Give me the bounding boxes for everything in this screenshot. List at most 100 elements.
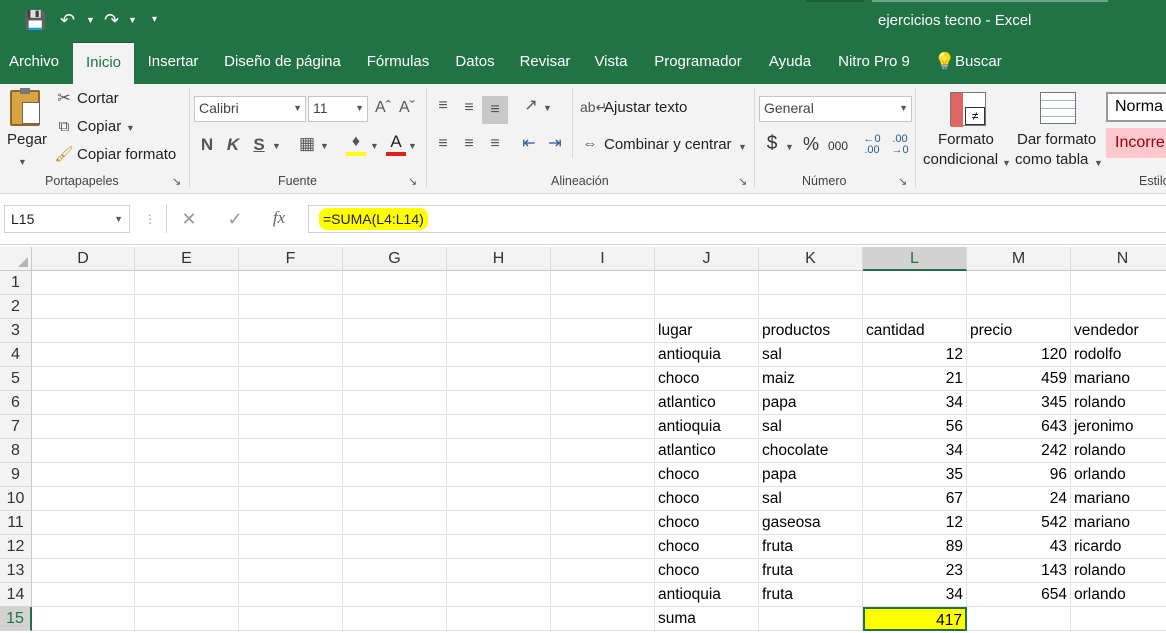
paste-button[interactable]: Pegar <box>7 131 47 148</box>
cell-f9[interactable] <box>239 463 343 487</box>
redo-icon[interactable]: ↷ <box>104 10 119 30</box>
cell-m8[interactable]: 242 <box>967 439 1071 463</box>
column-header-i[interactable]: I <box>551 247 655 271</box>
cell-n9[interactable]: orlando <box>1071 463 1166 487</box>
cell-l13[interactable]: 23 <box>863 559 967 583</box>
cell-h1[interactable] <box>447 271 551 295</box>
cell-m10[interactable]: 24 <box>967 487 1071 511</box>
cell-k9[interactable]: papa <box>759 463 863 487</box>
cell-h11[interactable] <box>447 511 551 535</box>
cell-i1[interactable] <box>551 271 655 295</box>
percent-button[interactable]: % <box>801 134 821 154</box>
font-size-select[interactable]: 11 ▼ <box>308 96 368 122</box>
number-format-select[interactable]: General ▼ <box>759 96 912 122</box>
cell-i15[interactable] <box>551 607 655 631</box>
orientation-dropdown-icon[interactable]: ▼ <box>543 98 552 118</box>
cell-m4[interactable]: 120 <box>967 343 1071 367</box>
cell-g3[interactable] <box>343 319 447 343</box>
cell-j2[interactable] <box>655 295 759 319</box>
row-header-13[interactable]: 13 <box>0 559 32 583</box>
row-header-6[interactable]: 6 <box>0 391 32 415</box>
cell-i4[interactable] <box>551 343 655 367</box>
decrease-indent-icon[interactable]: ⇤ <box>518 134 540 154</box>
increase-indent-icon[interactable]: ⇥ <box>544 134 566 154</box>
row-header-14[interactable]: 14 <box>0 583 32 607</box>
column-header-e[interactable]: E <box>135 247 239 271</box>
column-header-m[interactable]: M <box>967 247 1071 271</box>
paste-dropdown-icon[interactable]: ▼ <box>18 152 27 172</box>
cell-k11[interactable]: gaseosa <box>759 511 863 535</box>
cell-f5[interactable] <box>239 367 343 391</box>
merge-center-icon[interactable]: ⇔ <box>580 134 600 154</box>
table-format-line2[interactable]: como tabla <box>1015 151 1088 168</box>
cell-m11[interactable]: 542 <box>967 511 1071 535</box>
cancel-icon[interactable]: ✕ <box>178 209 200 229</box>
cell-h13[interactable] <box>447 559 551 583</box>
cell-j3[interactable]: lugar <box>655 319 759 343</box>
cell-i7[interactable] <box>551 415 655 439</box>
cell-f3[interactable] <box>239 319 343 343</box>
cell-m6[interactable]: 345 <box>967 391 1071 415</box>
row-header-12[interactable]: 12 <box>0 535 32 559</box>
cell-e7[interactable] <box>135 415 239 439</box>
cell-g12[interactable] <box>343 535 447 559</box>
cell-f11[interactable] <box>239 511 343 535</box>
cell-l8[interactable]: 34 <box>863 439 967 463</box>
cell-d8[interactable] <box>32 439 135 463</box>
cell-m15[interactable] <box>967 607 1071 631</box>
cell-m12[interactable]: 43 <box>967 535 1071 559</box>
cell-e10[interactable] <box>135 487 239 511</box>
table-format-icon[interactable] <box>1040 92 1076 124</box>
cell-l2[interactable] <box>863 295 967 319</box>
cell-e1[interactable] <box>135 271 239 295</box>
row-header-8[interactable]: 8 <box>0 439 32 463</box>
bold-button[interactable]: N <box>198 135 216 155</box>
cell-h12[interactable] <box>447 535 551 559</box>
cell-h4[interactable] <box>447 343 551 367</box>
cell-f14[interactable] <box>239 583 343 607</box>
wrap-text-button[interactable]: Ajustar texto <box>604 99 687 116</box>
cell-m13[interactable]: 143 <box>967 559 1071 583</box>
cell-n7[interactable]: jeronimo <box>1071 415 1166 439</box>
currency-button[interactable]: $ <box>763 134 781 154</box>
cell-d2[interactable] <box>32 295 135 319</box>
thousands-button[interactable]: 000 <box>825 136 851 156</box>
tab-nitro-pro[interactable]: Nitro Pro 9 <box>832 42 916 84</box>
cell-i6[interactable] <box>551 391 655 415</box>
column-header-d[interactable]: D <box>32 247 135 271</box>
borders-icon[interactable]: ▦ <box>298 134 316 154</box>
cell-n4[interactable]: rodolfo <box>1071 343 1166 367</box>
cell-g7[interactable] <box>343 415 447 439</box>
cell-g13[interactable] <box>343 559 447 583</box>
cell-l15[interactable]: 417 <box>863 607 967 631</box>
cell-f10[interactable] <box>239 487 343 511</box>
cell-h14[interactable] <box>447 583 551 607</box>
font-color-dropdown-icon[interactable]: ▼ <box>408 136 417 156</box>
cell-m9[interactable]: 96 <box>967 463 1071 487</box>
cell-i9[interactable] <box>551 463 655 487</box>
conditional-format-line2[interactable]: condicional <box>923 151 998 168</box>
undo-icon[interactable]: ↶ <box>60 10 75 30</box>
redo-dropdown-icon[interactable]: ▼ <box>128 10 137 30</box>
currency-dropdown-icon[interactable]: ▼ <box>785 137 794 157</box>
cell-k6[interactable]: papa <box>759 391 863 415</box>
cell-h10[interactable] <box>447 487 551 511</box>
tab-programador[interactable]: Programador <box>647 42 749 84</box>
cut-button[interactable]: Cortar <box>77 90 119 107</box>
select-all-corner[interactable] <box>0 247 32 271</box>
fill-color-dropdown-icon[interactable]: ▼ <box>370 136 379 156</box>
cell-l11[interactable]: 12 <box>863 511 967 535</box>
row-header-11[interactable]: 11 <box>0 511 32 535</box>
cell-m1[interactable] <box>967 271 1071 295</box>
row-header-3[interactable]: 3 <box>0 319 32 343</box>
name-box[interactable]: L15 ▼ <box>4 205 130 233</box>
cell-e14[interactable] <box>135 583 239 607</box>
cell-f4[interactable] <box>239 343 343 367</box>
row-header-15[interactable]: 15 <box>0 607 32 631</box>
tab-buscar[interactable]: Buscar <box>955 42 1007 84</box>
conditional-format-line1[interactable]: Formato <box>938 131 994 148</box>
cell-g11[interactable] <box>343 511 447 535</box>
cell-j13[interactable]: choco <box>655 559 759 583</box>
cell-i13[interactable] <box>551 559 655 583</box>
alignment-launcher-icon[interactable]: ↘ <box>738 172 747 192</box>
